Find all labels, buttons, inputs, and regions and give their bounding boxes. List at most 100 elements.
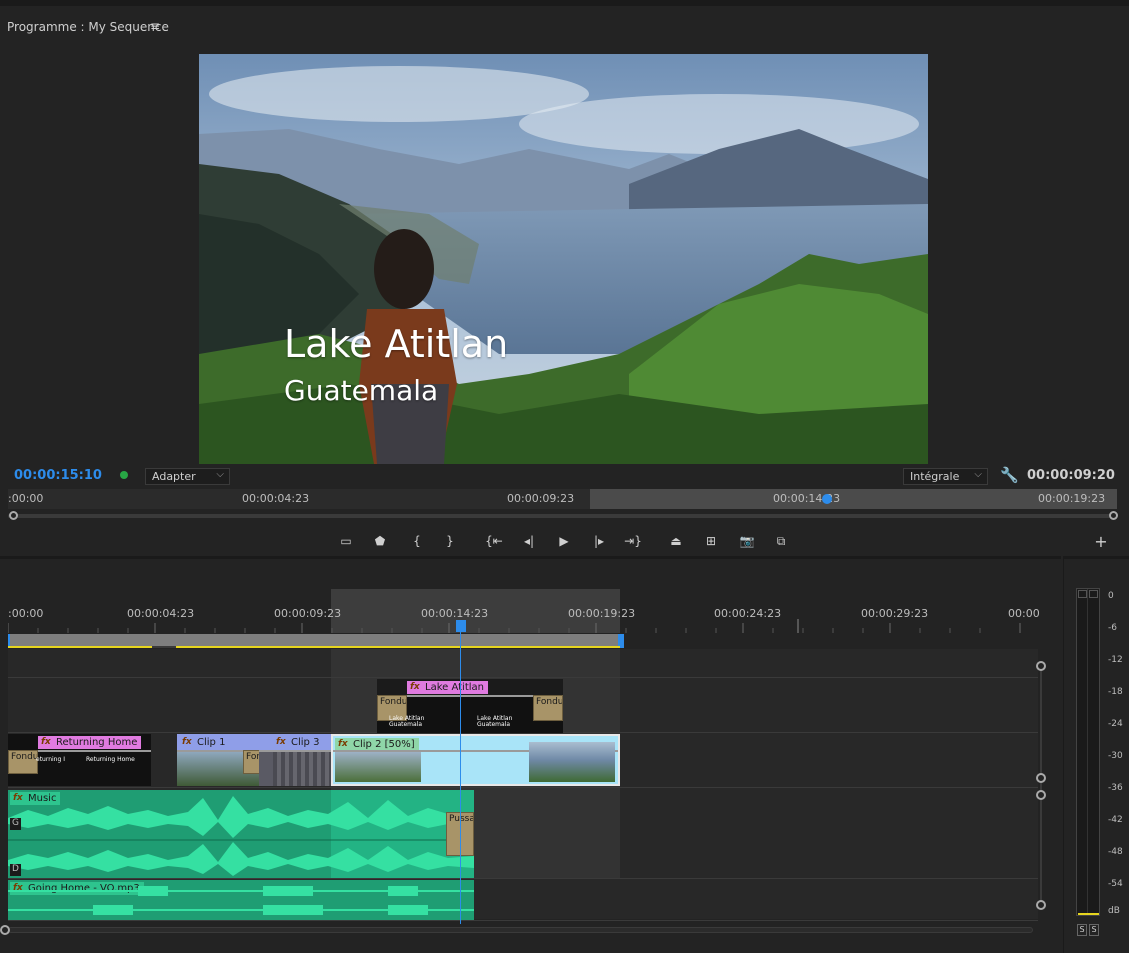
ruler-label: 00:00: [1008, 607, 1040, 620]
ruler-label: 00:00:19:23: [1038, 492, 1106, 505]
quality-dropdown-value: Intégrale: [910, 470, 960, 483]
playhead[interactable]: [456, 620, 466, 632]
playhead-line: [460, 629, 461, 924]
db-label: -42: [1108, 815, 1123, 825]
clip-thumbnail: [335, 752, 421, 782]
zoom-scrollbar[interactable]: [8, 514, 1117, 518]
wrench-icon[interactable]: 🔧: [1000, 466, 1019, 484]
clip-name: Returning Home: [56, 737, 138, 748]
fit-dropdown-value: Adapter: [152, 470, 196, 483]
chevron-down-icon: ⌵: [216, 469, 224, 480]
mark-in-icon[interactable]: {: [407, 532, 427, 550]
ruler-label: 00:00:24:23: [714, 607, 782, 620]
timeline-ruler[interactable]: :00:00 00:00:04:23 00:00:09:23 00:00:14:…: [8, 589, 1040, 633]
timeline-h-scrollbar[interactable]: [8, 927, 1033, 933]
extract-icon[interactable]: ⊞: [701, 532, 721, 550]
fx-icon: fx: [182, 737, 192, 747]
meter-level: [1078, 913, 1099, 915]
ruler-label: 00:00:14:23: [421, 607, 489, 620]
db-label: -6: [1108, 623, 1117, 633]
overlay-title-text: Lake Atitlan: [284, 322, 509, 366]
ruler-label: :00:00: [8, 607, 44, 620]
step-back-icon[interactable]: ◂|: [519, 532, 539, 550]
transition-fondu[interactable]: Fondu: [533, 695, 563, 721]
clip-name: Clip 2 [50%]: [353, 739, 415, 750]
transition-fondu[interactable]: Fondu: [8, 750, 38, 774]
marker-icon[interactable]: ⬟: [370, 532, 390, 550]
scroll-handle-right[interactable]: [1109, 511, 1118, 520]
clip-label: fx Returning Home: [38, 736, 142, 749]
work-area-bar[interactable]: [8, 634, 620, 646]
ruler-label: 00:00:19:23: [568, 607, 636, 620]
ruler-label: 00:00:09:23: [274, 607, 342, 620]
music-audio-clip[interactable]: fx Music G D Pussa: [8, 790, 474, 878]
video-zoom-handle-top[interactable]: [1036, 661, 1046, 671]
clip-3[interactable]: fx Clip 3: [259, 734, 331, 786]
compare-icon[interactable]: ⧉: [771, 532, 791, 550]
step-forward-icon[interactable]: |▸: [589, 532, 609, 550]
safe-margins-icon[interactable]: ▭: [336, 532, 356, 550]
fx-icon: fx: [41, 737, 51, 747]
track-row-v3: [8, 649, 1038, 678]
duration-timecode: 00:00:09:20: [1027, 468, 1115, 483]
program-monitor-panel: Programme : My Sequence ≡ Lake Atitlan G…: [0, 0, 1129, 552]
render-bar: [8, 646, 620, 648]
meter-channel-right: [1089, 589, 1099, 915]
clip-1[interactable]: fx Clip 1 Fondu e: [177, 734, 259, 786]
ruler-label: 00:00:04:23: [242, 492, 310, 505]
video-preview[interactable]: Lake Atitlan Guatemala: [199, 54, 928, 464]
solo-button-left[interactable]: S: [1077, 924, 1087, 936]
thumb-text: Returning Home: [86, 756, 135, 763]
meter-channel-left: [1078, 589, 1088, 915]
add-button[interactable]: +: [1093, 532, 1109, 551]
db-label: 0: [1108, 591, 1114, 601]
db-label: -30: [1108, 751, 1123, 761]
export-frame-icon[interactable]: 📷: [737, 532, 757, 550]
audio-zoom-handle-bottom[interactable]: [1036, 900, 1046, 910]
audio-waveform: [8, 886, 474, 915]
fit-dropdown[interactable]: Adapter ⌵: [145, 468, 230, 485]
video-zoom-handle-bottom[interactable]: [1036, 773, 1046, 783]
timeline-panel: :00:00 00:00:04:23 00:00:09:23 00:00:14:…: [0, 556, 1061, 953]
transition-fondu[interactable]: Fondu e: [243, 750, 259, 774]
mark-out-icon[interactable]: }: [440, 532, 460, 550]
track-scrollbar[interactable]: [1040, 666, 1042, 906]
panel-title[interactable]: Programme : My Sequence: [7, 20, 169, 34]
lift-icon[interactable]: ⏏: [666, 532, 686, 550]
db-label: -18: [1108, 687, 1123, 697]
current-timecode[interactable]: 00:00:15:10: [14, 468, 102, 483]
ruler-label: 00:00:09:23: [507, 492, 575, 505]
db-label: -36: [1108, 783, 1123, 793]
peak-indicator-right: [1089, 590, 1098, 598]
clip-label: fx Clip 1: [179, 736, 230, 749]
ruler-ticks: [8, 619, 1021, 633]
clip-name: Clip 1: [197, 737, 226, 748]
fx-icon: fx: [276, 737, 286, 747]
quality-dropdown[interactable]: Intégrale ⌵: [903, 468, 988, 485]
channel-label-right: D: [10, 864, 21, 876]
playhead[interactable]: [822, 494, 832, 504]
h-scroll-handle[interactable]: [0, 925, 10, 935]
program-time-ruler[interactable]: :00:00 00:00:04:23 00:00:09:23 00:00:14:…: [8, 489, 1117, 509]
clip-2[interactable]: fx Clip 2 [50%]: [331, 734, 620, 786]
audio-waveform: [8, 796, 474, 876]
audio-zoom-handle-top[interactable]: [1036, 790, 1046, 800]
voiceover-audio-clip[interactable]: fx Going Home - VO.mp3: [8, 880, 474, 920]
go-to-in-icon[interactable]: {⇤: [484, 532, 504, 550]
clip-name: Clip 3: [291, 737, 320, 748]
db-label: -54: [1108, 879, 1123, 889]
hamburger-icon[interactable]: ≡: [150, 19, 160, 33]
status-dot-icon: [120, 471, 128, 479]
thumb-text: Guatemala: [477, 721, 511, 728]
scroll-handle-left[interactable]: [9, 511, 18, 520]
returning-home-clip[interactable]: fx Returning Home Fondu eturning I Return…: [8, 734, 151, 786]
clip-thumbnail: [529, 742, 615, 782]
overlay-subtitle-text: Guatemala: [284, 374, 439, 407]
chevron-down-icon: ⌵: [974, 469, 982, 480]
go-to-out-icon[interactable]: ⇥}: [623, 532, 643, 550]
play-icon[interactable]: ▶: [554, 532, 574, 550]
channel-label-left: G: [10, 818, 21, 830]
solo-button-right[interactable]: S: [1089, 924, 1099, 936]
thumb-text: eturning I: [36, 756, 65, 763]
title-clip[interactable]: fx Lake Atitlan Fondu Fondu Lake Atitlan …: [377, 679, 563, 733]
